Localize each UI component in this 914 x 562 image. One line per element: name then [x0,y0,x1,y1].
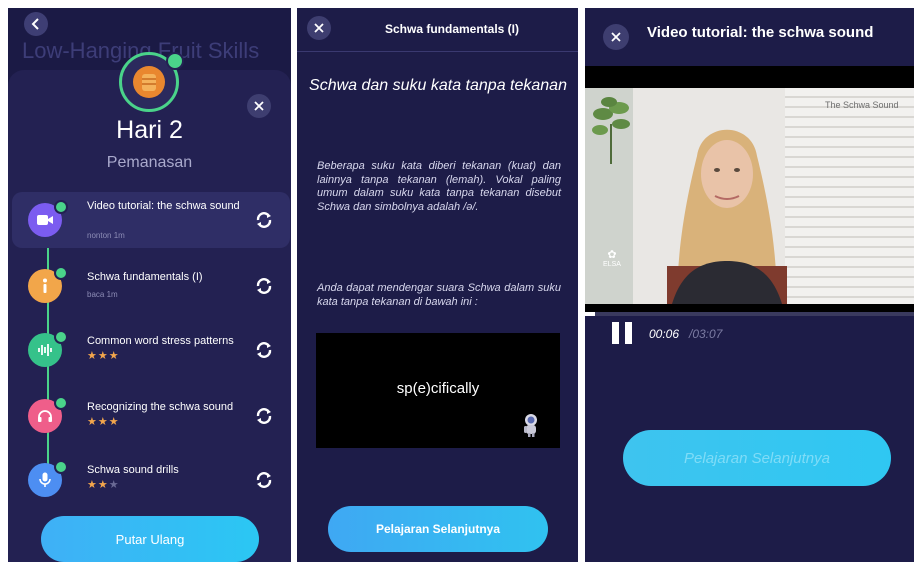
redo-icon[interactable] [254,470,274,490]
lesson-item-schwa-drills[interactable]: Schwa sound drills ★★★ [12,452,290,508]
video-player[interactable]: The Schwa Sound ✿ ELSA [585,88,914,304]
close-icon [254,101,264,111]
redo-icon[interactable] [254,276,274,296]
star-icon: ★ [87,350,98,362]
lesson-title: Common word stress patterns [87,335,234,347]
star-rating: ★★★ [87,349,120,362]
astronaut-icon [524,414,537,437]
star-icon: ★ [87,479,98,491]
day-overview-panel: Low-Hanging Fruit Skills Hari 2 Pemanasa… [8,8,291,562]
star-icon: ★ [87,416,98,428]
lesson-heading: Schwa dan suku kata tanpa tekanan [309,77,567,94]
lesson-header: Schwa fundamentals (I) [297,8,578,52]
lesson-item-word-stress[interactable]: Common word stress patterns ★★★ [12,322,290,378]
elsa-logo-text: ELSA [603,261,621,268]
lesson-title: Recognizing the schwa sound [87,401,234,413]
lesson-duration: nonton 1m [87,231,125,240]
lesson-item-recognizing-schwa[interactable]: Recognizing the schwa sound ★★★ [12,388,290,444]
reading-lesson-panel: Schwa fundamentals (I) Schwa dan suku ka… [297,8,578,562]
lesson-paragraph: Beberapa suku kata diberi tekanan (kuat)… [317,160,561,213]
close-icon [611,32,621,42]
lesson-item-video-tutorial[interactable]: Video tutorial: the schwa sound nonton 1… [12,192,290,248]
star-empty-icon: ★ [108,479,120,491]
plant-image [592,97,630,164]
star-icon: ★ [97,416,109,428]
video-title: Video tutorial: the schwa sound [647,24,874,41]
video-letterbox [585,304,914,312]
lesson-duration: baca 1m [87,290,118,299]
video-letterbox [585,66,914,88]
star-icon: ★ [97,350,109,362]
lesson-title: Schwa sound drills [87,464,179,476]
pause-icon[interactable] [609,320,635,346]
day-subtitle: Pemanasan [106,154,193,171]
lesson-paragraph: Anda dapat mendengar suara Schwa dalam s… [317,282,561,308]
example-word: sp(e)cifically [396,380,480,397]
lesson-item-schwa-fundamentals[interactable]: Schwa fundamentals (I) baca 1m [12,258,290,314]
close-sheet-button[interactable] [247,94,271,118]
video-watermark: The Schwa Sound [825,100,899,110]
completed-check-icon [54,266,68,280]
lesson-title: Video tutorial: the schwa sound [87,200,240,212]
lesson-header-title: Schwa fundamentals (I) [384,22,520,36]
redo-icon[interactable] [254,406,274,426]
fist-icon [133,66,165,98]
completed-check-icon [54,200,68,214]
completed-check-icon [54,330,68,344]
star-icon: ★ [97,479,109,491]
video-lesson-panel: Video tutorial: the schwa sound The Schw… [585,8,914,562]
video-current-time: 00:06 [649,327,680,341]
back-button[interactable] [24,12,48,36]
completed-check-icon [54,396,68,410]
close-icon [314,23,324,33]
video-total-time: /03:07 [689,327,723,341]
redo-icon[interactable] [254,340,274,360]
lesson-title: Schwa fundamentals (I) [87,271,203,283]
presenter-image [667,129,787,304]
video-progress-bar[interactable] [585,312,914,316]
star-rating: ★★★ [87,415,120,428]
completed-check-icon [54,460,68,474]
replay-button[interactable]: Putar Ulang [41,516,259,562]
elsa-logo: ✿ ELSA [597,248,627,268]
close-lesson-button[interactable] [307,16,331,40]
chevron-left-icon [31,18,39,30]
next-lesson-button[interactable]: Pelajaran Selanjutnya [328,506,548,552]
video-progress-fill [585,312,595,316]
star-rating: ★★★ [87,478,120,491]
example-video[interactable]: sp(e)cifically [316,333,560,448]
close-video-button[interactable] [603,24,629,50]
star-icon: ★ [108,350,120,362]
next-lesson-button[interactable]: Pelajaran Selanjutnya [623,430,891,486]
star-icon: ★ [108,416,120,428]
completed-check-icon [166,52,184,70]
day-title: Hari 2 [116,116,183,144]
redo-icon[interactable] [254,210,274,230]
